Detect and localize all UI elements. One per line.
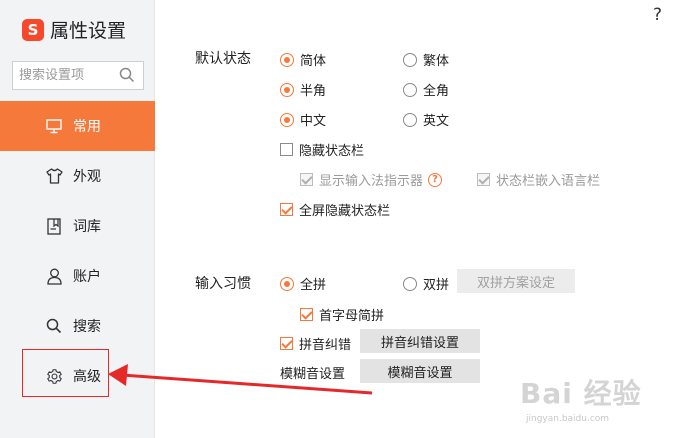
radio-indicator xyxy=(280,52,294,67)
sidebar-item-advanced[interactable]: 高级 xyxy=(0,351,155,401)
sidebar-item-label: 词库 xyxy=(73,219,101,235)
checkbox-indicator xyxy=(477,173,490,186)
sidebar-item-label: 常用 xyxy=(73,119,101,135)
radio-double-pinyin[interactable]: 双拼 xyxy=(403,274,449,293)
checkbox-pinyin-correction[interactable]: 拼音纠错 xyxy=(280,334,351,353)
checkbox-initial-abbrev[interactable]: 首字母简拼 xyxy=(300,305,384,324)
settings-panel: 默认状态 简体 繁体 半角 全角 中文 英文 隐藏状态栏 显示输入法指示器 ? … xyxy=(155,0,685,438)
radio-indicator xyxy=(280,112,294,127)
monitor-icon xyxy=(45,117,63,135)
radio-label: 全拼 xyxy=(300,278,327,293)
checkbox-label: 状态栏嵌入语言栏 xyxy=(496,174,601,189)
section-title-default-state: 默认状态 xyxy=(195,51,251,67)
section-title-input-habit: 输入习惯 xyxy=(195,276,251,292)
radio-traditional[interactable]: 繁体 xyxy=(403,50,449,69)
search-icon[interactable] xyxy=(119,67,135,83)
window-title: 属性设置 xyxy=(50,20,127,42)
radio-indicator xyxy=(280,82,294,97)
checkbox-label: 首字母简拼 xyxy=(319,309,385,324)
radio-chinese[interactable]: 中文 xyxy=(280,110,326,129)
radio-english[interactable]: 英文 xyxy=(403,110,449,129)
radio-label: 英文 xyxy=(423,114,450,129)
book-icon xyxy=(45,217,63,235)
user-icon xyxy=(45,267,63,285)
double-scheme-button[interactable]: 双拼方案设定 xyxy=(457,269,575,293)
brand: S 属性设置 xyxy=(22,16,126,43)
checkbox-hide-status-bar[interactable]: 隐藏状态栏 xyxy=(280,140,364,159)
radio-label: 繁体 xyxy=(423,54,450,69)
question-help-icon[interactable]: ? xyxy=(428,172,443,187)
radio-half-width[interactable]: 半角 xyxy=(280,80,326,99)
checkbox-indicator xyxy=(300,173,313,186)
checkbox-label: 全屏隐藏状态栏 xyxy=(299,204,391,219)
radio-indicator xyxy=(403,112,417,127)
checkbox-indicator xyxy=(300,308,313,321)
checkbox-embed-language-bar[interactable]: 状态栏嵌入语言栏 xyxy=(477,170,600,189)
search-box[interactable] xyxy=(12,61,144,90)
radio-indicator xyxy=(403,82,417,97)
sidebar-item-appearance[interactable]: 外观 xyxy=(0,151,155,201)
sidebar-item-lexicon[interactable]: 词库 xyxy=(0,201,155,251)
checkbox-label: 隐藏状态栏 xyxy=(299,144,365,159)
checkbox-label: 显示输入法指示器 xyxy=(319,174,424,189)
sidebar-item-label: 账户 xyxy=(73,269,101,285)
sidebar-item-label: 搜索 xyxy=(73,319,101,335)
sidebar: S 属性设置 常用 外观 词库 xyxy=(0,0,155,438)
radio-full-width[interactable]: 全角 xyxy=(403,80,449,99)
sidebar-nav: 常用 外观 词库 账户 搜索 高级 xyxy=(0,101,155,401)
pinyin-correction-settings-button[interactable]: 拼音纠错设置 xyxy=(360,329,480,353)
sidebar-item-label: 外观 xyxy=(73,169,101,185)
shirt-icon xyxy=(45,167,63,185)
radio-label: 全角 xyxy=(423,84,450,99)
radio-label: 简体 xyxy=(300,54,327,69)
radio-full-pinyin[interactable]: 全拼 xyxy=(280,274,326,293)
sidebar-item-common[interactable]: 常用 xyxy=(0,101,155,151)
radio-indicator xyxy=(403,52,417,67)
sidebar-item-search[interactable]: 搜索 xyxy=(0,301,155,351)
search-input[interactable] xyxy=(19,68,119,83)
radio-label: 中文 xyxy=(300,114,327,129)
checkbox-fullscreen-hide[interactable]: 全屏隐藏状态栏 xyxy=(280,200,390,219)
sidebar-item-label: 高级 xyxy=(73,369,101,385)
fuzzy-sound-settings-button[interactable]: 模糊音设置 xyxy=(360,359,480,383)
radio-label: 双拼 xyxy=(423,278,450,293)
sogou-logo-icon: S xyxy=(22,18,44,41)
checkbox-indicator xyxy=(280,203,293,216)
radio-simplified[interactable]: 简体 xyxy=(280,50,326,69)
checkbox-indicator xyxy=(280,143,293,156)
radio-indicator xyxy=(280,276,294,291)
gear-icon xyxy=(45,367,63,385)
radio-indicator xyxy=(403,276,417,291)
search-icon xyxy=(45,317,63,335)
checkbox-show-indicator[interactable]: 显示输入法指示器 ? xyxy=(300,170,443,189)
radio-label: 半角 xyxy=(300,84,327,99)
sidebar-item-account[interactable]: 账户 xyxy=(0,251,155,301)
fuzzy-sound-label: 模糊音设置 xyxy=(280,367,346,382)
checkbox-indicator xyxy=(280,337,293,350)
checkbox-label: 拼音纠错 xyxy=(299,338,352,353)
